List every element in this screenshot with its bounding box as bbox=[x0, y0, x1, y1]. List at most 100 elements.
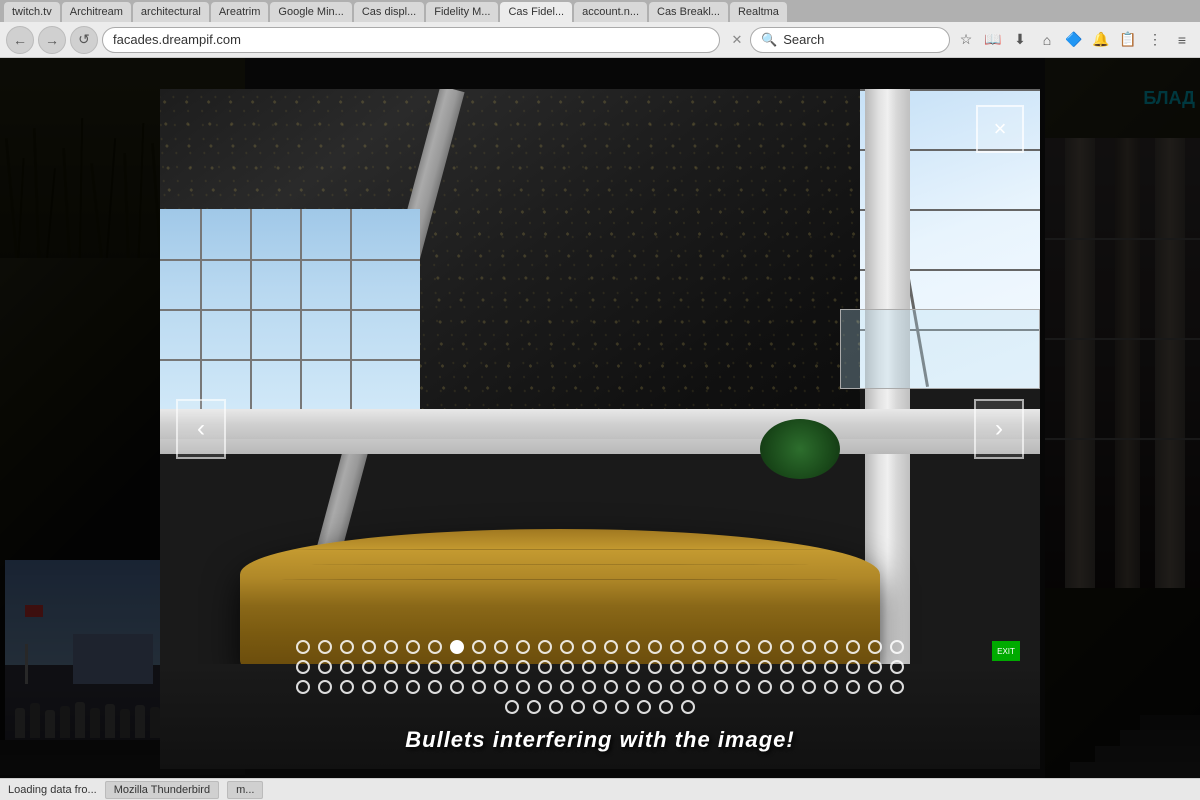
dot[interactable] bbox=[802, 640, 816, 654]
dot[interactable] bbox=[626, 660, 640, 674]
dot[interactable] bbox=[714, 660, 728, 674]
dot[interactable] bbox=[868, 660, 882, 674]
dot[interactable] bbox=[615, 700, 629, 714]
dot[interactable] bbox=[626, 640, 640, 654]
dot[interactable] bbox=[472, 640, 486, 654]
back-button[interactable]: ← bbox=[6, 26, 34, 54]
dot[interactable] bbox=[670, 680, 684, 694]
taskbar-thunderbird[interactable]: Mozilla Thunderbird bbox=[105, 781, 219, 799]
dot[interactable] bbox=[582, 660, 596, 674]
dot[interactable] bbox=[318, 660, 332, 674]
dot[interactable] bbox=[802, 660, 816, 674]
tab-1[interactable]: twitch.tv bbox=[4, 2, 60, 22]
tab-10[interactable]: Cas Breakl... bbox=[649, 2, 728, 22]
dot[interactable] bbox=[582, 640, 596, 654]
dot[interactable] bbox=[428, 680, 442, 694]
clipboard-icon[interactable]: 📋 bbox=[1116, 28, 1140, 52]
dot[interactable] bbox=[736, 640, 750, 654]
dot[interactable] bbox=[362, 640, 376, 654]
tab-6[interactable]: Cas displ... bbox=[354, 2, 424, 22]
dot[interactable] bbox=[758, 680, 772, 694]
tab-7[interactable]: Fidelity M... bbox=[426, 2, 498, 22]
dot[interactable] bbox=[659, 700, 673, 714]
dot[interactable] bbox=[604, 640, 618, 654]
dot[interactable] bbox=[450, 660, 464, 674]
star-icon[interactable]: ☆ bbox=[954, 28, 978, 52]
tab-9[interactable]: account.n... bbox=[574, 2, 647, 22]
dot[interactable] bbox=[890, 660, 904, 674]
dot[interactable] bbox=[604, 680, 618, 694]
dot[interactable] bbox=[472, 680, 486, 694]
reload-button[interactable]: ↺ bbox=[70, 26, 98, 54]
dot[interactable] bbox=[648, 640, 662, 654]
dot[interactable] bbox=[538, 640, 552, 654]
addon1-icon[interactable]: 🔷 bbox=[1062, 28, 1086, 52]
dot[interactable] bbox=[571, 700, 585, 714]
prev-button[interactable]: ‹ bbox=[176, 399, 226, 459]
dot[interactable] bbox=[494, 640, 508, 654]
dot[interactable] bbox=[736, 660, 750, 674]
dot[interactable] bbox=[494, 680, 508, 694]
dot[interactable] bbox=[296, 640, 310, 654]
tab-5[interactable]: Google Min... bbox=[270, 2, 351, 22]
dot[interactable] bbox=[681, 700, 695, 714]
dot[interactable] bbox=[384, 640, 398, 654]
dot[interactable] bbox=[340, 680, 354, 694]
dot[interactable] bbox=[560, 660, 574, 674]
address-clear[interactable]: ✕ bbox=[728, 31, 746, 49]
dot[interactable] bbox=[890, 680, 904, 694]
dot[interactable] bbox=[714, 640, 728, 654]
addon2-icon[interactable]: 🔔 bbox=[1089, 28, 1113, 52]
dot[interactable] bbox=[670, 660, 684, 674]
taskbar-item2[interactable]: m... bbox=[227, 781, 263, 799]
dot[interactable] bbox=[340, 640, 354, 654]
dot[interactable] bbox=[428, 640, 442, 654]
dot[interactable] bbox=[758, 640, 772, 654]
dot[interactable] bbox=[604, 660, 618, 674]
download-icon[interactable]: ⬇ bbox=[1008, 28, 1032, 52]
dot[interactable] bbox=[868, 680, 882, 694]
tab-4[interactable]: Areatrim bbox=[211, 2, 269, 22]
dot[interactable] bbox=[846, 680, 860, 694]
dot[interactable] bbox=[428, 660, 442, 674]
dot[interactable] bbox=[362, 680, 376, 694]
dot[interactable] bbox=[516, 680, 530, 694]
dot[interactable] bbox=[538, 660, 552, 674]
dot[interactable] bbox=[538, 680, 552, 694]
tab-2[interactable]: Architream bbox=[62, 2, 131, 22]
dot[interactable] bbox=[296, 660, 310, 674]
dot[interactable] bbox=[472, 660, 486, 674]
dot[interactable] bbox=[384, 680, 398, 694]
tab-3[interactable]: architectural bbox=[133, 2, 209, 22]
dot[interactable] bbox=[648, 680, 662, 694]
dot[interactable] bbox=[318, 680, 332, 694]
dot[interactable] bbox=[406, 680, 420, 694]
dot[interactable] bbox=[296, 680, 310, 694]
dot[interactable] bbox=[340, 660, 354, 674]
dot[interactable] bbox=[384, 660, 398, 674]
dot[interactable] bbox=[846, 640, 860, 654]
dot[interactable] bbox=[406, 660, 420, 674]
next-button[interactable]: › bbox=[974, 399, 1024, 459]
tab-8[interactable]: Cas Fidel... bbox=[500, 2, 572, 22]
dot[interactable] bbox=[494, 660, 508, 674]
dot[interactable] bbox=[549, 700, 563, 714]
address-bar[interactable]: facades.dreampif.com bbox=[102, 27, 720, 53]
dot[interactable] bbox=[527, 700, 541, 714]
dot[interactable] bbox=[318, 640, 332, 654]
dot[interactable] bbox=[824, 640, 838, 654]
dot[interactable] bbox=[868, 640, 882, 654]
home-icon[interactable]: ⌂ bbox=[1035, 28, 1059, 52]
reading-icon[interactable]: 📖 bbox=[981, 28, 1005, 52]
dot[interactable] bbox=[692, 640, 706, 654]
dot[interactable] bbox=[560, 640, 574, 654]
dot[interactable] bbox=[505, 700, 519, 714]
dot[interactable] bbox=[516, 660, 530, 674]
dot[interactable] bbox=[516, 640, 530, 654]
dot[interactable] bbox=[670, 640, 684, 654]
dot[interactable] bbox=[626, 680, 640, 694]
overflow-icon[interactable]: ⋮ bbox=[1143, 28, 1167, 52]
dot[interactable] bbox=[582, 680, 596, 694]
dot[interactable] bbox=[714, 680, 728, 694]
dot[interactable] bbox=[780, 660, 794, 674]
